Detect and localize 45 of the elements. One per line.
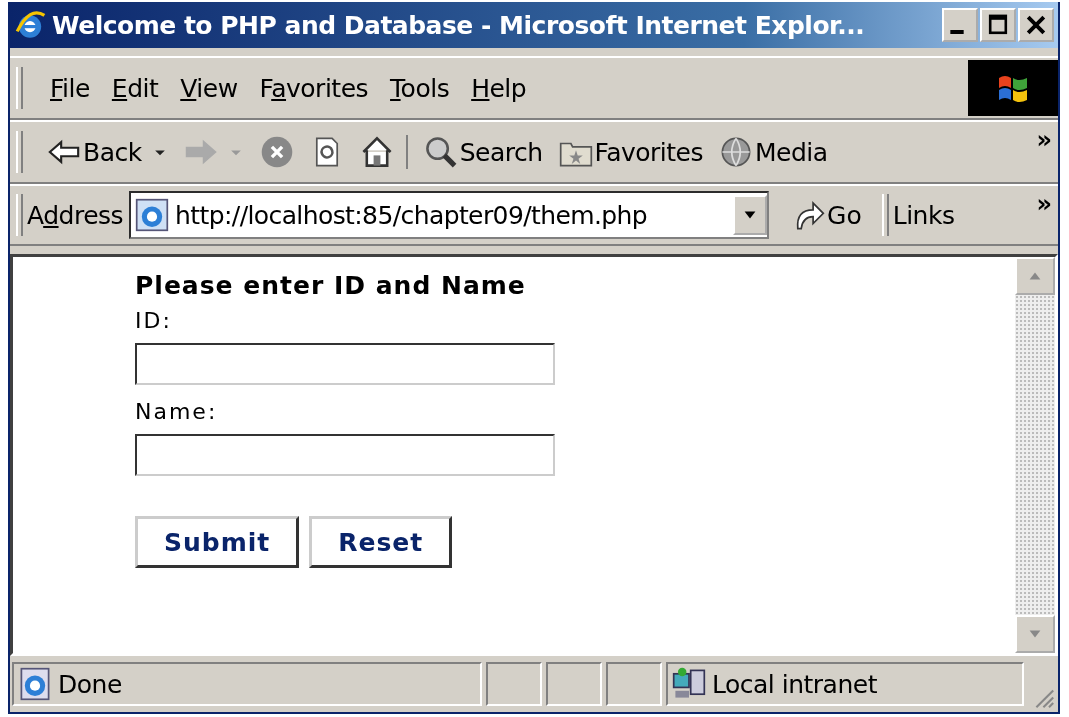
form-button[interactable]: Reset — [309, 516, 453, 568]
close-button[interactable] — [1018, 8, 1054, 42]
links-button[interactable]: Links — [892, 200, 955, 230]
window-title: Welcome to PHP and Database - Microsoft Internet Explor... — [52, 10, 866, 40]
input-field[interactable] — [135, 434, 555, 476]
toolbar-grip[interactable] — [881, 194, 889, 236]
zone-text: Local intranet — [712, 669, 877, 699]
field-label: ID: — [135, 308, 172, 333]
toolbar-grip[interactable] — [16, 131, 23, 173]
stop-icon — [259, 135, 294, 169]
maximize-button[interactable] — [980, 8, 1016, 42]
status-text: Done — [58, 669, 122, 699]
input-field[interactable] — [135, 343, 555, 385]
menu-item[interactable]: Favorites — [248, 73, 380, 103]
status-pane — [486, 662, 542, 706]
menu-item[interactable]: View — [169, 73, 249, 103]
dropdown-button[interactable] — [733, 195, 768, 235]
menu-item[interactable]: Edit — [100, 73, 170, 103]
search-button[interactable]: Search — [415, 135, 551, 169]
toolbar-grip[interactable] — [16, 194, 23, 236]
more-button[interactable]: » — [1036, 126, 1052, 154]
form-heading: Please enter ID and Name — [135, 271, 526, 300]
form-button[interactable]: Submit — [135, 516, 300, 568]
back-button[interactable]: Back — [39, 135, 176, 169]
media-button[interactable]: Media — [711, 135, 836, 169]
status-pane — [546, 662, 602, 706]
minimize-icon — [950, 30, 964, 34]
minimize-button[interactable] — [942, 8, 978, 42]
menu-item[interactable]: Tools — [379, 73, 461, 103]
toolbar-grip[interactable] — [16, 67, 23, 109]
more-button[interactable]: » — [1036, 190, 1052, 218]
menu-item[interactable]: Help — [460, 73, 538, 103]
scrollbar[interactable] — [1015, 257, 1055, 653]
go-button[interactable]: Go — [785, 197, 868, 233]
network-icon — [672, 667, 706, 701]
page-icon — [18, 667, 52, 701]
favorites-button[interactable]: Favorites — [550, 135, 712, 169]
search-icon — [423, 135, 458, 169]
address-label: Address — [27, 200, 124, 230]
field-label: Name: — [135, 399, 218, 424]
menu-item[interactable]: File — [39, 73, 101, 103]
address-field[interactable]: http://localhost:85/chapter09/them.php — [129, 191, 770, 239]
page-icon — [135, 198, 170, 232]
browser-icon — [14, 9, 46, 41]
status-pane — [606, 662, 662, 706]
